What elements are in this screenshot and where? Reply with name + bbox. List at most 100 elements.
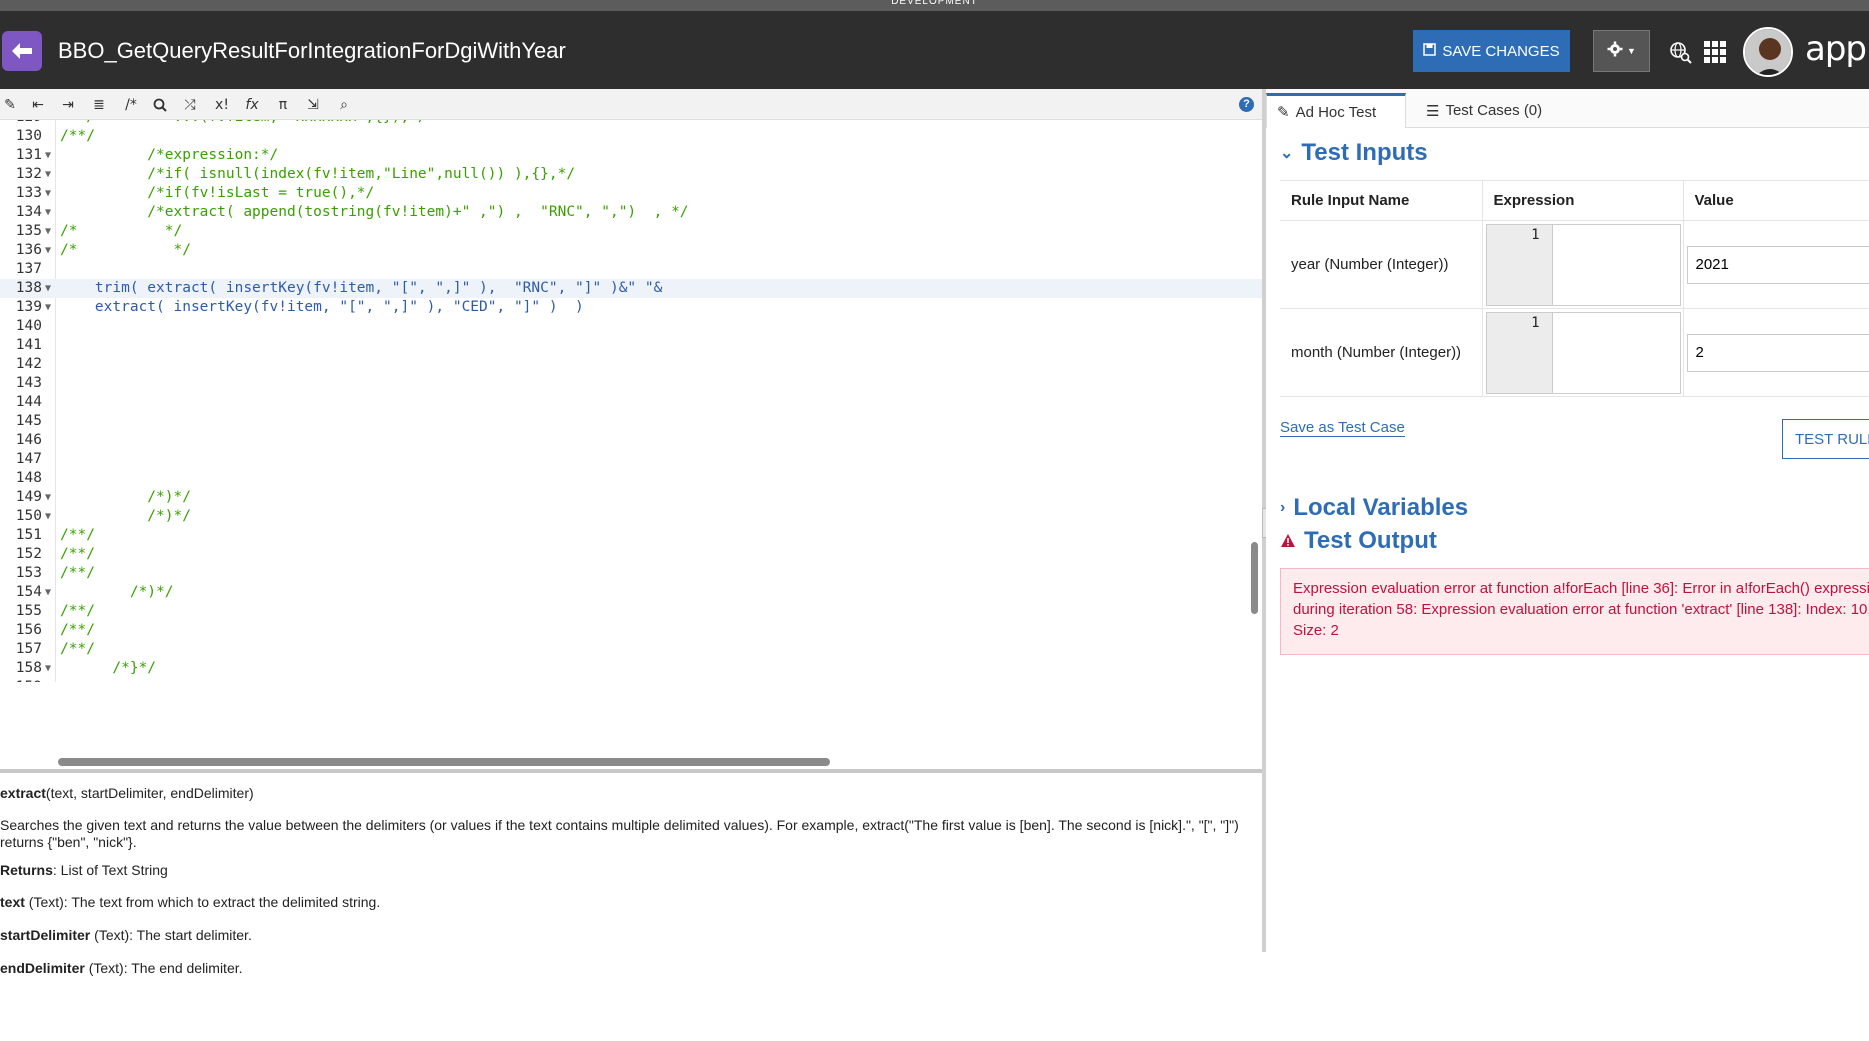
fold-arrow-icon[interactable]: ▼ <box>45 507 51 526</box>
doc-function-args: (text, startDelimiter, endDelimiter) <box>46 785 254 801</box>
value-input[interactable] <box>1687 334 1869 372</box>
doc-param-desc: (Text): The end delimiter. <box>85 960 243 976</box>
code-line[interactable]: 134▼ /*extract( append(tostring(fv!item)… <box>0 203 1262 222</box>
fold-arrow-icon[interactable]: ▼ <box>45 488 51 507</box>
code-line[interactable]: 159 <box>0 678 1262 682</box>
fold-arrow-icon[interactable]: ▼ <box>45 583 51 602</box>
doc-param-text: text (Text): The text from which to extr… <box>0 894 1240 911</box>
code-text: /*expression:*/ <box>60 146 278 165</box>
local-variables-toggle[interactable]: › Local Variables <box>1280 494 1468 522</box>
code-line[interactable]: 158▼ /*}*/ <box>0 659 1262 678</box>
test-inputs-toggle[interactable]: ⌄ Test Inputs <box>1280 139 1428 167</box>
export-icon[interactable]: ⇲ <box>303 95 323 115</box>
code-line[interactable]: 143 <box>0 374 1262 393</box>
code-line[interactable]: 157/**/ <box>0 640 1262 659</box>
code-line[interactable]: 137 <box>0 260 1262 279</box>
code-line[interactable]: 154▼ /*)*/ <box>0 583 1262 602</box>
chevron-right-icon: › <box>1280 499 1285 517</box>
vertical-scrollbar[interactable] <box>1251 542 1258 614</box>
tab-ad-hoc-test[interactable]: ✎ Ad Hoc Test <box>1266 93 1406 128</box>
code-line[interactable]: 130/**/ <box>0 127 1262 146</box>
code-line[interactable]: 147 <box>0 450 1262 469</box>
code-line[interactable]: 135▼/* */ <box>0 222 1262 241</box>
code-line[interactable]: 156/**/ <box>0 621 1262 640</box>
code-line[interactable]: 141 <box>0 336 1262 355</box>
code-line[interactable]: 153/**/ <box>0 564 1262 583</box>
code-line[interactable]: 144 <box>0 393 1262 412</box>
line-number: 153 <box>0 564 42 583</box>
expression-editor[interactable]: 1 <box>1486 224 1681 306</box>
apps-grid-icon[interactable] <box>1702 39 1728 65</box>
line-number: 130 <box>0 127 42 146</box>
doc-param-end: endDelimiter (Text): The end delimiter. <box>0 960 1240 977</box>
line-number: 156 <box>0 621 42 640</box>
horizontal-scrollbar[interactable] <box>58 758 830 766</box>
code-line[interactable]: 145 <box>0 412 1262 431</box>
fold-arrow-icon[interactable]: ▼ <box>45 146 51 165</box>
doc-signature: extract(text, startDelimiter, endDelimit… <box>0 785 1240 802</box>
save-changes-button[interactable]: SAVE CHANGES <box>1413 30 1570 72</box>
outdent-icon[interactable]: ⇤ <box>28 95 48 115</box>
value-input[interactable] <box>1687 246 1869 284</box>
line-number: 154 <box>0 583 42 602</box>
doc-param-desc: (Text): The start delimiter. <box>90 927 252 943</box>
code-line[interactable]: 155/**/ <box>0 602 1262 621</box>
code-line[interactable]: 149▼ /*)*/ <box>0 488 1262 507</box>
code-text: /*if(fv!isLast = true(),*/ <box>60 184 374 203</box>
expression-line-number: 1 <box>1487 225 1553 305</box>
code-line[interactable]: 133▼ /*if(fv!isLast = true(),*/ <box>0 184 1262 203</box>
line-number: 152 <box>0 545 42 564</box>
function-icon[interactable]: fx <box>242 95 262 115</box>
line-number: 137 <box>0 260 42 279</box>
settings-menu-button[interactable]: ▼ <box>1593 30 1650 72</box>
fold-arrow-icon[interactable]: ▼ <box>45 165 51 184</box>
fold-arrow-icon[interactable]: ▼ <box>45 279 51 298</box>
comment-icon[interactable]: /* <box>119 95 143 115</box>
fold-arrow-icon[interactable]: ▼ <box>45 203 51 222</box>
code-line[interactable]: 151/**/ <box>0 526 1262 545</box>
caret-down-icon: ▼ <box>1627 46 1636 56</box>
code-line[interactable]: 129 /* ...(fv!item, "xxxxxxx",{}),*/ <box>0 120 1262 127</box>
shuffle-icon[interactable]: ⤮ <box>180 95 200 115</box>
code-line[interactable]: 136▼/* */ <box>0 241 1262 260</box>
globe-search-icon[interactable] <box>1667 39 1693 65</box>
user-avatar[interactable] <box>1743 27 1793 77</box>
exclaim-icon[interactable]: x! <box>212 95 232 115</box>
code-editor[interactable]: 129 /* ...(fv!item, "xxxxxxx",{}),*/130/… <box>0 120 1262 682</box>
code-line[interactable]: 138▼ trim( extract( insertKey(fv!item, "… <box>0 279 1262 298</box>
code-line[interactable]: 140 <box>0 317 1262 336</box>
fold-arrow-icon[interactable]: ▼ <box>45 241 51 260</box>
save-as-test-case-link[interactable]: Save as Test Case <box>1280 419 1405 437</box>
line-number: 136 <box>0 241 42 260</box>
indent-icon[interactable]: ⇥ <box>58 95 78 115</box>
help-icon[interactable]: ? <box>1239 97 1254 112</box>
code-line[interactable]: 132▼ /*if( isnull(index(fv!item,"Line",n… <box>0 165 1262 184</box>
list-icon[interactable]: ≣ <box>89 95 109 115</box>
code-text: /*if( isnull(index(fv!item,"Line",null()… <box>60 165 575 184</box>
expression-editor[interactable]: 1 <box>1486 312 1681 394</box>
fold-arrow-icon[interactable]: ▼ <box>45 222 51 241</box>
code-line[interactable]: 139▼ extract( insertKey(fv!item, "[", ",… <box>0 298 1262 317</box>
line-number: 158 <box>0 659 42 678</box>
format-icon[interactable]: ✎ <box>0 95 20 115</box>
test-output-header: Test Output <box>1280 527 1437 555</box>
line-number: 155 <box>0 602 42 621</box>
search-doc-icon[interactable]: ⌕ <box>334 95 354 115</box>
fold-arrow-icon[interactable]: ▼ <box>45 298 51 317</box>
pi-icon[interactable]: π <box>273 95 293 115</box>
search-icon[interactable] <box>150 95 170 115</box>
test-rule-button[interactable]: TEST RULE <box>1782 419 1869 459</box>
code-line[interactable]: 150▼ /*)*/ <box>0 507 1262 526</box>
fold-arrow-icon[interactable]: ▼ <box>45 184 51 203</box>
code-line[interactable]: 148 <box>0 469 1262 488</box>
code-line[interactable]: 131▼ /*expression:*/ <box>0 146 1262 165</box>
code-line[interactable]: 152/**/ <box>0 545 1262 564</box>
code-text: /*)*/ <box>60 507 191 526</box>
code-line[interactable]: 142 <box>0 355 1262 374</box>
doc-param-start: startDelimiter (Text): The start delimit… <box>0 927 1240 944</box>
tab-test-cases[interactable]: ☰ Test Cases (0) <box>1416 93 1552 128</box>
doc-param-name: text <box>0 894 25 910</box>
fold-arrow-icon[interactable]: ▼ <box>45 659 51 678</box>
code-text: /**/ <box>60 526 95 545</box>
code-line[interactable]: 146 <box>0 431 1262 450</box>
